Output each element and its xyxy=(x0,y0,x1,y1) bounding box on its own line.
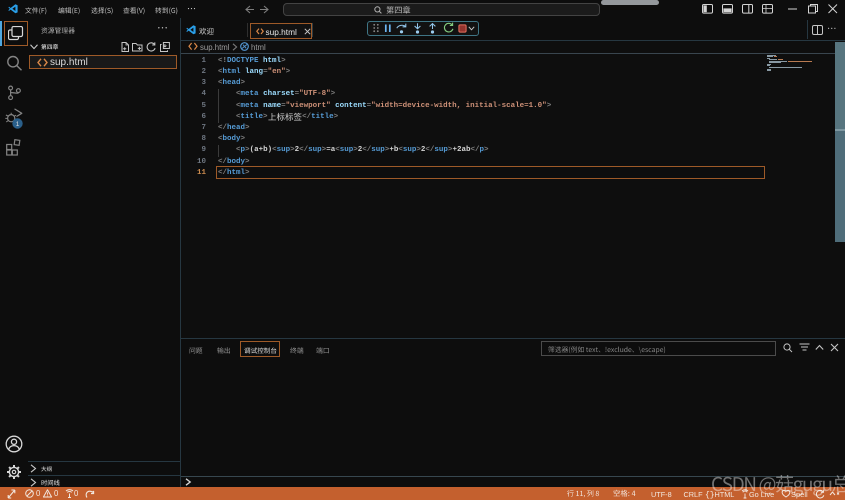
svg-text:1: 1 xyxy=(16,121,20,128)
